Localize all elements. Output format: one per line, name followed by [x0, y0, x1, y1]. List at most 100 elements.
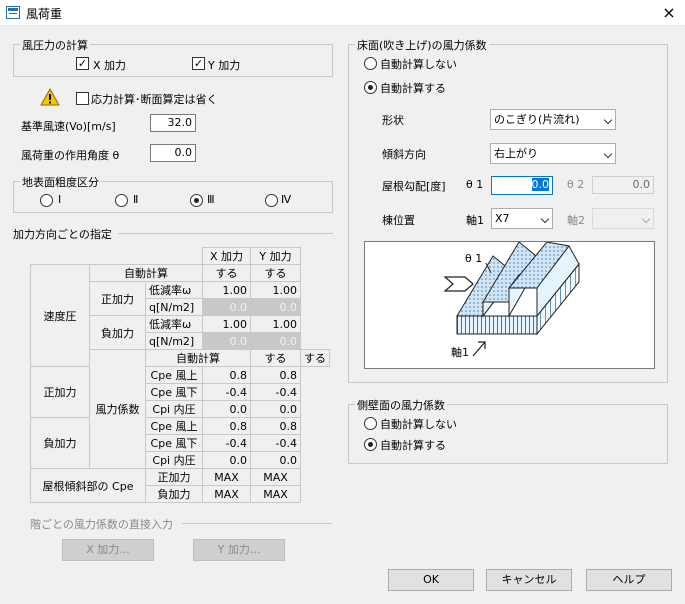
- direction-section-title: 加力方向ごとの指定: [13, 228, 112, 241]
- sawtooth-roof-diagram: [443, 242, 580, 357]
- roughness-radio-4[interactable]: [265, 194, 278, 207]
- theta2-label: θ 2: [567, 178, 585, 191]
- roughness-radio-1[interactable]: [40, 194, 53, 207]
- wc-pos-up-x[interactable]: 0.8: [202, 366, 251, 384]
- header-x: X 加力: [202, 247, 251, 265]
- wc-neg-up-y[interactable]: 0.8: [250, 417, 301, 435]
- side-wall-no-auto-radio[interactable]: [364, 417, 377, 430]
- floor-direct-title: 階ごとの風力係数の直接入力: [30, 518, 173, 531]
- floor-y-button[interactable]: Y 加力...: [193, 539, 285, 561]
- wc-neg-cpi-x[interactable]: 0.0: [202, 451, 251, 469]
- side-wall-auto-label: 自動計算する: [380, 439, 446, 452]
- cancel-button[interactable]: キャンセル: [486, 569, 572, 591]
- wc-auto-x[interactable]: する: [250, 349, 301, 367]
- vp-neg-reduction-y[interactable]: 1.00: [250, 315, 301, 333]
- side-wall-auto-radio[interactable]: [364, 438, 377, 451]
- theta1-label: θ 1: [466, 178, 484, 191]
- close-icon[interactable]: ×: [655, 2, 683, 24]
- axis2-select[interactable]: [592, 208, 654, 229]
- roughness-label-1: Ⅰ: [58, 193, 62, 206]
- shape-select[interactable]: のこぎり(片流れ): [490, 109, 616, 130]
- diagram-theta-label: θ 1: [465, 252, 483, 265]
- wc-neg-up-label: Cpe 風上: [145, 417, 203, 435]
- app-icon: [6, 6, 20, 19]
- wc-neg-cpi-label: Cpi 内圧: [145, 451, 203, 469]
- roof-pos-y[interactable]: MAX: [250, 468, 301, 486]
- wind-coeff-label: 風力係数: [89, 349, 146, 469]
- wc-auto-y[interactable]: する: [300, 349, 330, 367]
- vp-pos-q-label: q[N/m2]: [145, 298, 203, 316]
- vp-auto-y[interactable]: する: [250, 264, 301, 282]
- wc-pos-down-x[interactable]: -0.4: [202, 383, 251, 401]
- wc-neg-down-label: Cpe 風下: [145, 434, 203, 452]
- uplift-no-auto-radio[interactable]: [364, 57, 377, 70]
- roof-diagram: θ 1 軸1: [364, 241, 655, 369]
- window-title: 風荷重: [26, 7, 63, 21]
- omit-stress-label: 応力計算･断面算定は省く: [91, 93, 218, 106]
- vp-pos-reduction-label: 低減率ω: [145, 281, 203, 299]
- roughness-label-2: Ⅱ: [133, 193, 139, 206]
- floor-direct-divider: [182, 523, 332, 524]
- vp-pos-reduction-y[interactable]: 1.00: [250, 281, 301, 299]
- y-load-checkbox[interactable]: ✓: [192, 57, 205, 70]
- side-wall-no-auto-label: 自動計算しない: [380, 418, 457, 431]
- uplift-auto-radio[interactable]: [364, 81, 377, 94]
- roof-pos-x[interactable]: MAX: [202, 468, 251, 486]
- vp-auto-label: 自動計算: [89, 264, 203, 282]
- vp-neg-reduction-x[interactable]: 1.00: [202, 315, 251, 333]
- wc-pos-cpi-y[interactable]: 0.0: [250, 400, 301, 418]
- roof-neg-label: 負加力: [145, 485, 203, 503]
- slope-direction-select[interactable]: 右上がり: [490, 143, 616, 164]
- wc-neg-down-y[interactable]: -0.4: [250, 434, 301, 452]
- wc-neg-down-x[interactable]: -0.4: [202, 434, 251, 452]
- roof-pos-label: 正加力: [145, 468, 203, 486]
- warning-icon: [40, 88, 60, 106]
- roughness-label-4: Ⅳ: [281, 193, 292, 206]
- vp-neg-q-label: q[N/m2]: [145, 332, 203, 350]
- roof-neg-x[interactable]: MAX: [202, 485, 251, 503]
- roof-slope-label: 屋根勾配[度]: [382, 180, 446, 193]
- vp-pos-reduction-x[interactable]: 1.00: [202, 281, 251, 299]
- wc-pos-up-y[interactable]: 0.8: [250, 366, 301, 384]
- floor-uplift-legend: 床面(吹き上げ)の風力係数: [355, 37, 489, 53]
- theta2-input[interactable]: 0.0: [592, 176, 654, 194]
- wc-pos-up-label: Cpe 風上: [145, 366, 203, 384]
- floor-x-button[interactable]: X 加力...: [62, 539, 154, 561]
- help-button[interactable]: ヘルプ: [586, 569, 672, 591]
- base-wind-speed-input[interactable]: 32.0: [150, 114, 196, 132]
- vp-neg-q-y: 0.0: [250, 332, 301, 350]
- title-bar: 風荷重 ×: [0, 0, 685, 26]
- wc-pos-down-y[interactable]: -0.4: [250, 383, 301, 401]
- roughness-legend: 地表面粗度区分: [20, 174, 101, 190]
- velocity-pressure-label: 速度圧: [30, 264, 90, 367]
- vp-auto-x[interactable]: する: [202, 264, 251, 282]
- uplift-no-auto-label: 自動計算しない: [380, 58, 457, 71]
- omit-stress-checkbox[interactable]: [76, 92, 89, 105]
- roughness-label-3: Ⅲ: [207, 193, 215, 206]
- x-load-checkbox[interactable]: ✓: [76, 57, 89, 70]
- slope-direction-label: 傾斜方向: [382, 148, 426, 161]
- roof-neg-y[interactable]: MAX: [250, 485, 301, 503]
- axis1-label: 軸1: [466, 214, 484, 227]
- direction-section-divider: [118, 233, 333, 234]
- wc-auto-label: 自動計算: [145, 349, 251, 367]
- vp-neg-q-x: 0.0: [202, 332, 251, 350]
- wc-neg-cpi-y[interactable]: 0.0: [250, 451, 301, 469]
- wind-angle-input[interactable]: 0.0: [150, 144, 196, 162]
- roughness-radio-2[interactable]: [115, 194, 128, 207]
- side-wall-group: [348, 404, 668, 464]
- direction-table: X 加力 Y 加力 速度圧 自動計算 する する 正加力 低減率ω 1.00 1…: [30, 247, 330, 503]
- theta1-input[interactable]: 0.0: [491, 176, 553, 195]
- wind-pressure-legend: 風圧力の計算: [20, 37, 90, 53]
- axis1-select[interactable]: X7: [491, 208, 553, 229]
- roughness-radio-3[interactable]: [190, 194, 203, 207]
- base-wind-speed-label: 基準風速(Vo)[m/s]: [21, 120, 116, 133]
- ok-button[interactable]: OK: [388, 569, 474, 591]
- wc-pos-cpi-x[interactable]: 0.0: [202, 400, 251, 418]
- shape-value: のこぎり(片流れ): [494, 113, 580, 126]
- vp-neg-reduction-label: 低減率ω: [145, 315, 203, 333]
- shape-label: 形状: [382, 114, 404, 127]
- theta1-value: 0.0: [531, 178, 549, 191]
- wc-neg-up-x[interactable]: 0.8: [202, 417, 251, 435]
- ridge-position-label: 棟位置: [382, 214, 415, 227]
